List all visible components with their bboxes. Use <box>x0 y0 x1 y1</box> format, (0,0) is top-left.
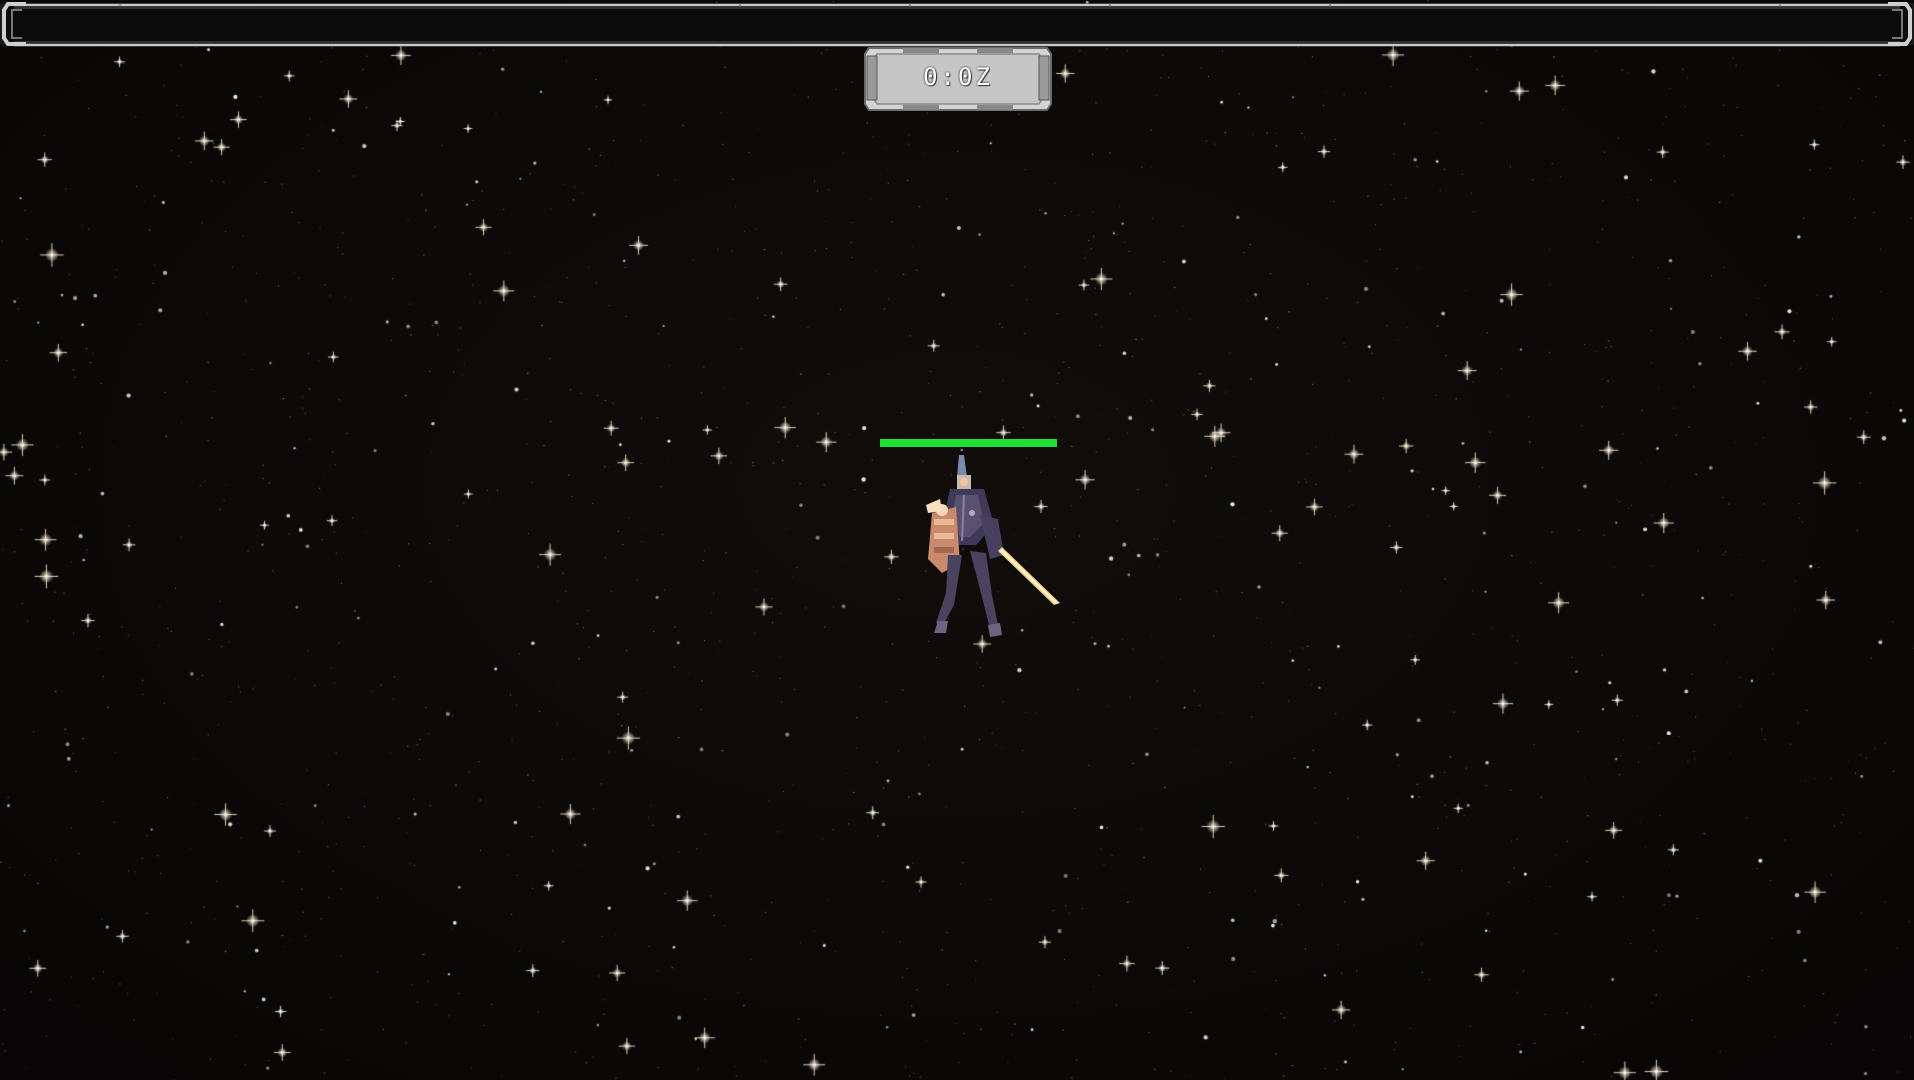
xp-progress-bar <box>0 0 1914 48</box>
player-health-bar <box>880 439 1057 447</box>
xp-bar-frame <box>0 1 1914 47</box>
game-viewport[interactable]: 0:0Z <box>0 0 1914 1080</box>
player-health-fill <box>880 439 1057 447</box>
timer-panel: 0:0Z <box>863 46 1053 112</box>
timer-text: 0:0Z <box>923 63 993 91</box>
player-mech-icon <box>926 455 1060 637</box>
